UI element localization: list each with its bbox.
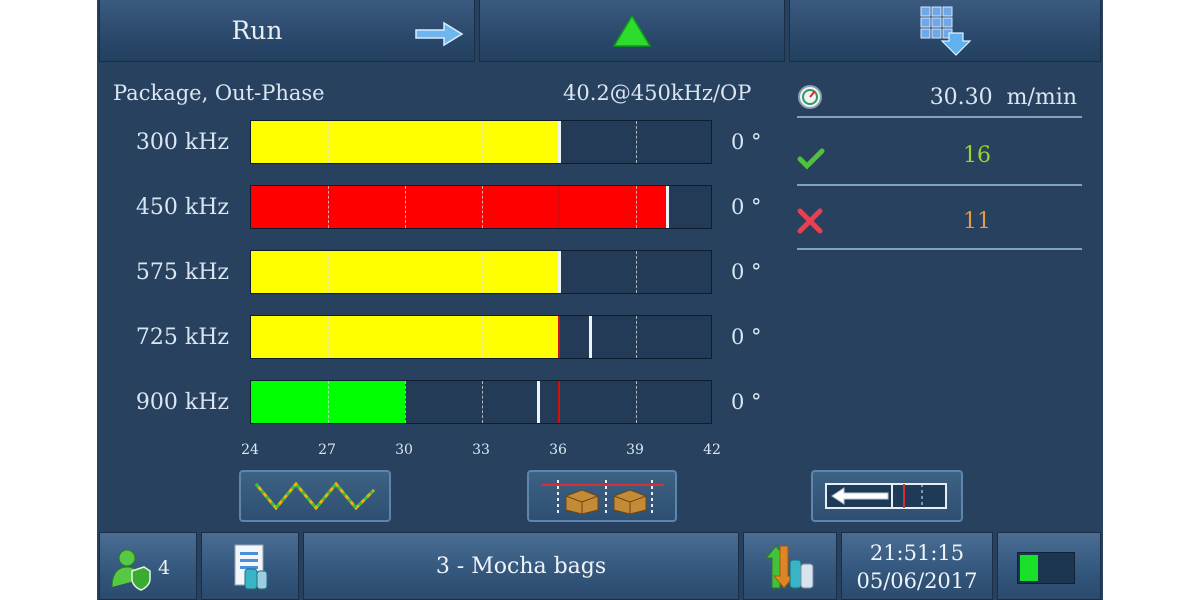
waveform-icon (254, 481, 376, 511)
channel-phase: 0 ° (731, 195, 762, 219)
user-shield-icon (111, 549, 151, 591)
user-button[interactable]: 4 (99, 532, 197, 600)
threshold-line (558, 186, 560, 228)
grid-line (328, 186, 329, 228)
channel-bar (250, 250, 712, 294)
threshold-line (558, 381, 560, 423)
scale-tick-label: 33 (472, 442, 490, 458)
channel-frequency: 900 kHz (135, 390, 229, 415)
peak-marker (558, 251, 561, 293)
peak-marker (558, 121, 561, 163)
grid-download-icon (920, 6, 972, 56)
scale-tick-label: 27 (318, 442, 336, 458)
peak-marker (665, 186, 669, 228)
grid-line (405, 251, 406, 293)
channel-fill (251, 186, 667, 228)
product-name-button[interactable]: 3 - Mocha bags (303, 532, 739, 600)
scale-tick-label: 39 (626, 442, 644, 458)
grid-line (482, 186, 483, 228)
checkmark-icon (797, 148, 825, 170)
grid-line (482, 121, 483, 163)
grid-line (328, 251, 329, 293)
line-speed: 30.30 m/min (929, 85, 1077, 110)
reject-x-icon (797, 208, 823, 234)
increase-button[interactable] (479, 0, 785, 62)
product-change-button[interactable] (743, 532, 837, 600)
position-adjust-button[interactable] (811, 470, 963, 522)
grid-line (328, 381, 329, 423)
peak-reading: 40.2@450kHz/OP (563, 81, 752, 105)
grid-line (636, 186, 637, 228)
clock-time: 21:51:15 (869, 541, 965, 565)
user-count: 4 (158, 557, 171, 579)
speedometer-icon (798, 85, 822, 109)
grid-line (636, 121, 637, 163)
divider (797, 248, 1082, 250)
screen: Run Package, Out-Phase 40.2@450kHz/OP 30… (97, 0, 1103, 600)
threshold-line (558, 316, 560, 358)
channel-frequency: 575 kHz (135, 260, 229, 285)
run-button[interactable]: Run (99, 0, 475, 62)
run-label: Run (231, 16, 283, 45)
scale-tick-label: 30 (395, 442, 413, 458)
package-view-button[interactable] (527, 470, 677, 522)
channel-phase: 0 ° (731, 130, 762, 154)
grid-line (328, 121, 329, 163)
grid-line (405, 121, 406, 163)
arrow-right-icon (415, 21, 464, 47)
product-list-button[interactable] (201, 532, 299, 600)
product-list-icon (234, 544, 268, 590)
triangle-up-icon (612, 14, 652, 47)
divider (797, 184, 1082, 186)
status-indicator-fill (1020, 555, 1038, 581)
grid-line (636, 381, 637, 423)
channel-bar (250, 380, 712, 424)
arrow-left-icon (825, 483, 947, 509)
clock-display[interactable]: 21:51:15 05/06/2017 (841, 532, 993, 600)
signal-view-button[interactable] (239, 470, 391, 522)
scale-tick-label: 42 (703, 442, 721, 458)
channel-bar (250, 315, 712, 359)
scale-tick-label: 24 (241, 442, 259, 458)
channel-bar (250, 120, 712, 164)
channel-frequency: 725 kHz (135, 325, 229, 350)
product-change-icon (764, 545, 814, 589)
channel-phase: 0 ° (731, 390, 762, 414)
grid-line (482, 381, 483, 423)
peak-marker (588, 316, 592, 358)
status-indicator (1017, 552, 1075, 584)
channel-frequency: 450 kHz (135, 195, 229, 220)
product-name: 3 - Mocha bags (435, 554, 607, 579)
scale-tick-label: 36 (549, 442, 567, 458)
divider (797, 116, 1082, 118)
grid-line (636, 251, 637, 293)
grid-line (636, 316, 637, 358)
grid-line (405, 186, 406, 228)
grid-line (328, 316, 329, 358)
channel-phase: 0 ° (731, 325, 762, 349)
reject-count: 11 (963, 209, 991, 234)
packages-icon (542, 480, 664, 515)
clock-date: 05/06/2017 (856, 569, 978, 593)
grid-line (405, 316, 406, 358)
grid-line (482, 316, 483, 358)
good-count: 16 (963, 143, 991, 168)
peak-marker (537, 381, 541, 423)
channel-bar (250, 185, 712, 229)
status-button[interactable] (997, 532, 1101, 600)
download-grid-button[interactable] (789, 0, 1101, 62)
program-name: Package, Out-Phase (113, 81, 325, 105)
channel-phase: 0 ° (731, 260, 762, 284)
grid-line (405, 381, 406, 423)
grid-line (482, 251, 483, 293)
channel-frequency: 300 kHz (135, 130, 229, 155)
